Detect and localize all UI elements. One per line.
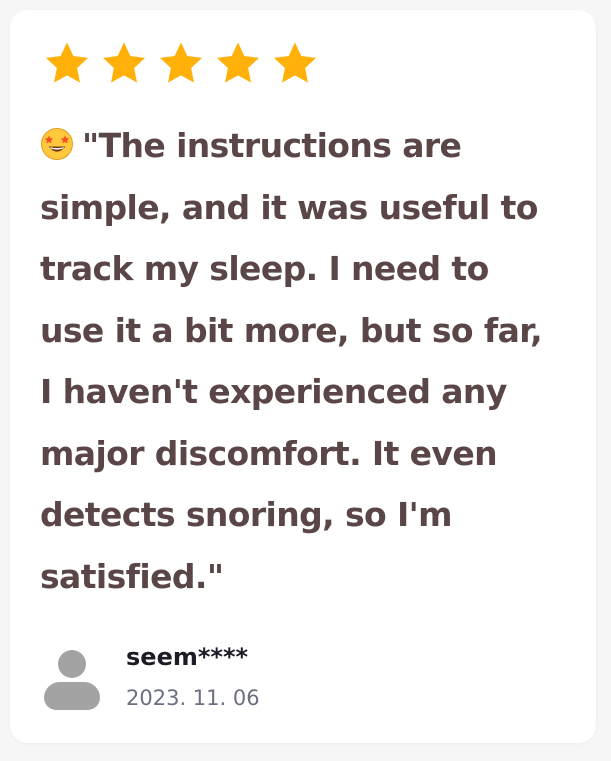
reviewer-name: seem**** <box>126 643 249 671</box>
star-icon <box>272 40 329 86</box>
star-rating <box>44 40 329 86</box>
star-icon <box>101 40 158 86</box>
star-icon <box>44 40 101 86</box>
avatar-icon <box>42 650 102 712</box>
review-date: 2023. 11. 06 <box>126 686 260 710</box>
review-quote-text: "The instructions are simple, and it was… <box>40 126 543 596</box>
star-icon <box>158 40 215 86</box>
review-card: "The instructions are simple, and it was… <box>10 10 596 743</box>
review-text: "The instructions are simple, and it was… <box>40 115 560 607</box>
star-icon <box>215 40 272 86</box>
reviewer-info: seem**** 2023. 11. 06 <box>42 638 260 713</box>
star-struck-emoji-icon <box>40 119 74 160</box>
